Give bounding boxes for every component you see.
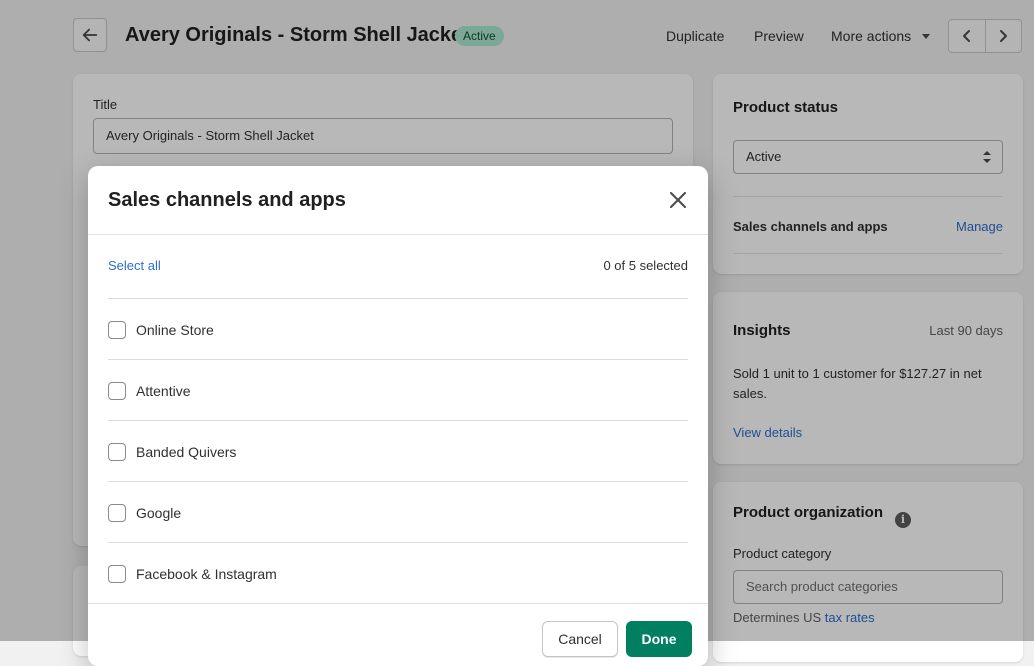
channel-label: Google (136, 505, 182, 521)
channel-checkbox[interactable] (108, 443, 126, 461)
channel-checkbox[interactable] (108, 321, 126, 339)
modal-title: Sales channels and apps (108, 189, 346, 211)
close-button[interactable] (666, 188, 690, 212)
channel-label: Facebook & Instagram (136, 566, 277, 582)
channel-checkbox[interactable] (108, 565, 126, 583)
selected-count: 0 of 5 selected (603, 258, 688, 273)
channel-row-online-store[interactable]: Online Store (108, 298, 688, 359)
channel-row-google[interactable]: Google (108, 481, 688, 542)
modal-footer-divider (88, 603, 708, 604)
channel-row-facebook-instagram[interactable]: Facebook & Instagram (108, 542, 688, 603)
channel-list: Online Store Attentive Banded Quivers Go… (108, 298, 688, 603)
channel-label: Banded Quivers (136, 444, 237, 460)
channel-label: Online Store (136, 322, 214, 338)
done-button[interactable]: Done (626, 621, 692, 657)
channel-label: Attentive (136, 383, 191, 399)
channel-checkbox[interactable] (108, 382, 126, 400)
close-icon (670, 192, 686, 208)
channel-checkbox[interactable] (108, 504, 126, 522)
cancel-button[interactable]: Cancel (542, 621, 618, 657)
channel-row-attentive[interactable]: Attentive (108, 359, 688, 420)
modal-header-divider (88, 234, 708, 235)
select-all-link[interactable]: Select all (108, 258, 161, 273)
sales-channels-modal: Sales channels and apps Select all 0 of … (88, 166, 708, 666)
channel-row-banded-quivers[interactable]: Banded Quivers (108, 420, 688, 481)
